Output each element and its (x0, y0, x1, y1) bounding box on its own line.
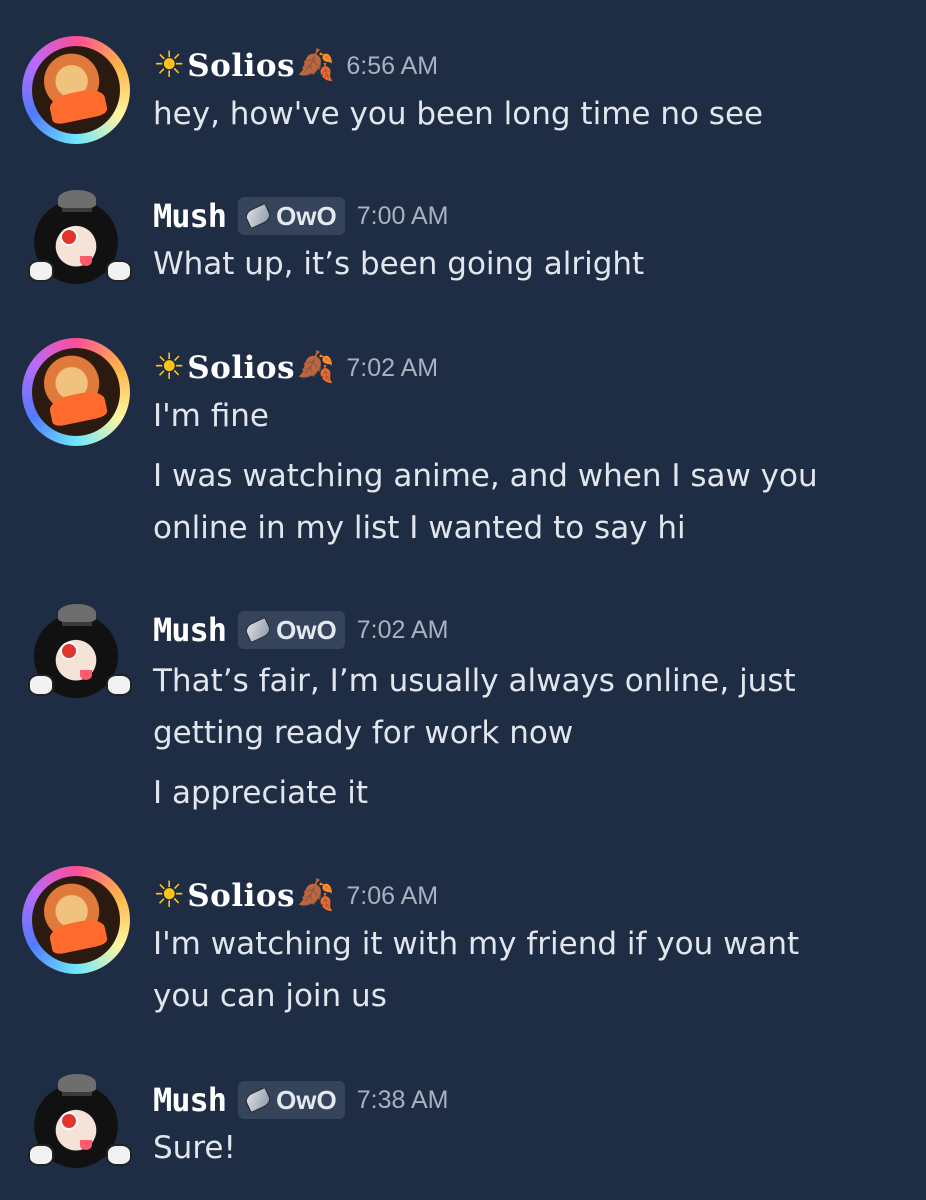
message-timestamp: 7:02 AM (356, 615, 449, 644)
sun-icon: ☀ (153, 347, 186, 388)
message-timestamp: 7:06 AM (346, 881, 439, 910)
silver-leaf-icon (243, 1086, 273, 1114)
server-tag-label: OwO (276, 614, 337, 645)
message-timestamp: 7:02 AM (346, 353, 439, 382)
message-text: you can join us (153, 978, 387, 1014)
avatar[interactable] (22, 338, 130, 446)
fallen-leaf-icon: 🍂 (297, 350, 335, 385)
message-text: That’s fair, I’m usually always online, … (153, 663, 796, 699)
avatar[interactable] (22, 866, 130, 974)
message-timestamp: 7:00 AM (356, 201, 449, 230)
sun-icon: ☀ (153, 875, 186, 916)
message-header: Mush OwO 7:00 AM (153, 194, 448, 238)
server-tag-label: OwO (276, 200, 337, 231)
fallen-leaf-icon: 🍂 (297, 878, 335, 913)
message-header: ☀ Solios 🍂 7:02 AM (153, 346, 438, 390)
message-text: getting ready for work now (153, 715, 574, 751)
message-text: Sure! (153, 1130, 236, 1166)
message-header: ☀ Solios 🍂 6:56 AM (153, 44, 438, 88)
username[interactable]: Mush (153, 611, 227, 649)
avatar[interactable] (22, 186, 132, 294)
message-text: I appreciate it (153, 775, 368, 811)
silver-leaf-icon (243, 616, 273, 644)
chat-message-list: ☀ Solios 🍂 6:56 AM hey, how've you been … (0, 0, 926, 1200)
username[interactable]: Mush (153, 197, 227, 235)
username[interactable]: Solios (187, 48, 295, 84)
message-text: hey, how've you been long time no see (153, 96, 764, 132)
message-timestamp: 6:56 AM (346, 51, 439, 80)
message-text: I'm fine (153, 398, 269, 434)
server-tag[interactable]: OwO (238, 1081, 345, 1119)
sun-icon: ☀ (153, 45, 186, 86)
username[interactable]: Solios (187, 350, 295, 386)
message-header: ☀ Solios 🍂 7:06 AM (153, 874, 438, 918)
avatar[interactable] (22, 600, 132, 708)
silver-leaf-icon (243, 202, 273, 230)
message-text: I'm watching it with my friend if you wa… (153, 926, 800, 962)
avatar[interactable] (22, 36, 130, 144)
message-text: online in my list I wanted to say hi (153, 510, 686, 546)
message-header: Mush OwO 7:38 AM (153, 1078, 448, 1122)
server-tag[interactable]: OwO (238, 611, 345, 649)
server-tag-label: OwO (276, 1084, 337, 1115)
message-timestamp: 7:38 AM (356, 1085, 449, 1114)
server-tag[interactable]: OwO (238, 197, 345, 235)
username[interactable]: Solios (187, 878, 295, 914)
avatar[interactable] (22, 1070, 132, 1178)
fallen-leaf-icon: 🍂 (297, 48, 335, 83)
message-text: What up, it’s been going alright (153, 246, 645, 282)
username[interactable]: Mush (153, 1081, 227, 1119)
message-header: Mush OwO 7:02 AM (153, 608, 448, 652)
message-text: I was watching anime, and when I saw you (153, 458, 818, 494)
